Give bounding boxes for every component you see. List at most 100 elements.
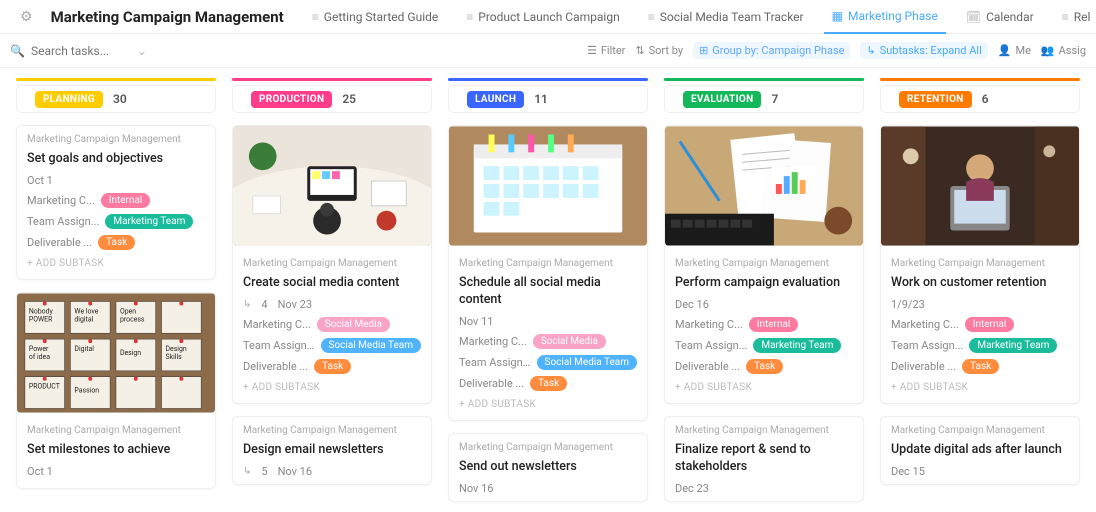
group-icon: ⊞: [699, 44, 708, 57]
tag-sm-team[interactable]: Social Media Team: [321, 338, 421, 353]
add-subtask-button[interactable]: + ADD SUBTASK: [891, 382, 1069, 393]
field-label: Team Assign...: [243, 339, 315, 352]
task-card[interactable]: Marketing Campaign Management Finalize r…: [664, 416, 864, 502]
field-label: Deliverable ...: [675, 360, 740, 373]
column-accent: [448, 78, 648, 81]
menu-icon[interactable]: [6, 10, 10, 24]
svg-text:PRODUCT: PRODUCT: [29, 383, 60, 391]
svg-text:digital: digital: [74, 315, 93, 323]
tab-label: Rel: [1074, 10, 1091, 24]
me-filter[interactable]: 👤Me: [998, 44, 1031, 57]
breadcrumb: Marketing Campaign Management: [891, 425, 1069, 436]
tab-getting-started[interactable]: ≡Getting Started Guide: [304, 0, 446, 34]
column-header[interactable]: EVALUATION 7: [664, 85, 864, 113]
task-card[interactable]: Marketing Campaign Management Perform ca…: [664, 125, 864, 404]
phase-badge: RETENTION: [899, 91, 972, 108]
field-label: Deliverable ...: [891, 360, 956, 373]
group-by-button[interactable]: ⊞ Group by: Campaign Phase: [693, 42, 850, 59]
task-title: Perform campaign evaluation: [675, 275, 853, 292]
tab-marketing-phase[interactable]: ▦Marketing Phase: [824, 0, 946, 34]
tab-product-launch[interactable]: ≡Product Launch Campaign: [458, 0, 627, 34]
tag-task[interactable]: Task: [530, 376, 567, 391]
tag-task[interactable]: Task: [962, 359, 999, 374]
task-card[interactable]: NobodyPOWERWe lovedigitalOpenprocessPowe…: [16, 292, 216, 489]
tag-social-media[interactable]: Social Media: [317, 317, 390, 332]
task-title: Create social media content: [243, 275, 421, 292]
add-subtask-button[interactable]: + ADD SUBTASK: [459, 399, 637, 410]
task-card[interactable]: Marketing Campaign Management Set goals …: [16, 125, 216, 280]
tab-calendar[interactable]: 🗓 Calendar: [958, 0, 1042, 34]
task-card[interactable]: Marketing Campaign Management Schedule a…: [448, 125, 648, 421]
task-card[interactable]: Marketing Campaign Management Work on cu…: [880, 125, 1080, 404]
task-title: Send out newsletters: [459, 459, 637, 476]
assignees-button[interactable]: 👥Assig: [1041, 44, 1086, 57]
field-label: Marketing C...: [675, 318, 743, 331]
list-icon: ≡: [466, 10, 473, 24]
board-icon: ▦: [832, 9, 843, 23]
column-launch: LAUNCH 11 Marketing Campaign Management …: [448, 78, 648, 502]
tag-internal[interactable]: Internal: [749, 317, 799, 332]
task-card[interactable]: Marketing Campaign Management Update dig…: [880, 416, 1080, 485]
breadcrumb: Marketing Campaign Management: [27, 134, 205, 145]
column-header[interactable]: PRODUCTION 25: [232, 85, 432, 113]
subtask-icon: ↳: [243, 299, 251, 310]
phase-count: 30: [113, 92, 127, 106]
tag-marketing-team[interactable]: Marketing Team: [105, 214, 193, 229]
task-thumbnail: [881, 126, 1079, 246]
chevron-down-icon[interactable]: ⌄: [137, 44, 147, 58]
tag-internal[interactable]: Internal: [965, 317, 1015, 332]
tag-internal[interactable]: Internal: [101, 193, 151, 208]
group-label: Group by: Campaign Phase: [712, 44, 844, 57]
filter-button[interactable]: ☰Filter: [587, 44, 625, 57]
tag-task[interactable]: Task: [98, 235, 135, 250]
view-toolbar: 🔍 ⌄ ☰Filter ⇅Sort by ⊞ Group by: Campaign…: [0, 34, 1096, 68]
search-box[interactable]: 🔍 ⌄: [10, 44, 180, 58]
task-date: Dec 23: [675, 482, 853, 495]
svg-text:We love: We love: [74, 307, 98, 315]
tab-rel[interactable]: ≡Rel: [1054, 0, 1096, 34]
subtask-count: 5: [261, 465, 267, 478]
svg-text:Power: Power: [29, 345, 49, 353]
task-card[interactable]: Marketing Campaign Management Design ema…: [232, 416, 432, 485]
add-subtask-button[interactable]: + ADD SUBTASK: [27, 258, 205, 269]
tag-marketing-team[interactable]: Marketing Team: [969, 338, 1057, 353]
field-label: Team Assign...: [27, 215, 99, 228]
column-header[interactable]: LAUNCH 11: [448, 85, 648, 113]
filter-label: Filter: [601, 44, 626, 57]
me-label: Me: [1015, 44, 1030, 57]
phase-count: 25: [342, 92, 356, 106]
add-subtask-button[interactable]: + ADD SUBTASK: [243, 382, 421, 393]
sort-button[interactable]: ⇅Sort by: [635, 44, 683, 57]
subtasks-button[interactable]: ↳Subtasks: Expand All: [860, 42, 987, 59]
column-header[interactable]: PLANNING 30: [16, 85, 216, 113]
tab-label: Social Media Team Tracker: [660, 10, 804, 24]
phase-count: 11: [534, 92, 548, 106]
tag-task[interactable]: Task: [746, 359, 783, 374]
add-subtask-button[interactable]: + ADD SUBTASK: [675, 382, 853, 393]
field-label: Deliverable ...: [459, 377, 524, 390]
tab-label: Calendar: [986, 10, 1034, 24]
task-card[interactable]: Marketing Campaign Management Send out n…: [448, 433, 648, 502]
column-header[interactable]: RETENTION 6: [880, 85, 1080, 113]
search-icon: 🔍: [10, 44, 25, 58]
field-label: Deliverable ...: [243, 360, 308, 373]
subtask-icon: ↳: [866, 44, 875, 57]
tag-sm-team[interactable]: Social Media Team: [537, 355, 637, 370]
tab-social-media[interactable]: ≡ Social Media Team Tracker: [640, 0, 812, 34]
task-thumbnail: [233, 126, 431, 246]
calendar-icon: 🗓: [966, 10, 981, 24]
search-input[interactable]: [31, 44, 131, 58]
phase-badge: LAUNCH: [467, 91, 524, 108]
task-card[interactable]: Marketing Campaign Management Create soc…: [232, 125, 432, 404]
phase-badge: PLANNING: [35, 91, 103, 108]
list-icon: ≡: [648, 10, 655, 24]
svg-text:Nobody: Nobody: [29, 307, 54, 315]
tag-task[interactable]: Task: [314, 359, 351, 374]
tag-social-media[interactable]: Social Media: [533, 334, 606, 349]
task-title: Update digital ads after launch: [891, 442, 1069, 459]
people-icon: 👥: [1041, 44, 1055, 57]
tag-marketing-team[interactable]: Marketing Team: [753, 338, 841, 353]
column-accent: [16, 78, 216, 81]
settings-icon[interactable]: ⚙: [20, 9, 33, 25]
tab-label: Getting Started Guide: [324, 10, 438, 24]
